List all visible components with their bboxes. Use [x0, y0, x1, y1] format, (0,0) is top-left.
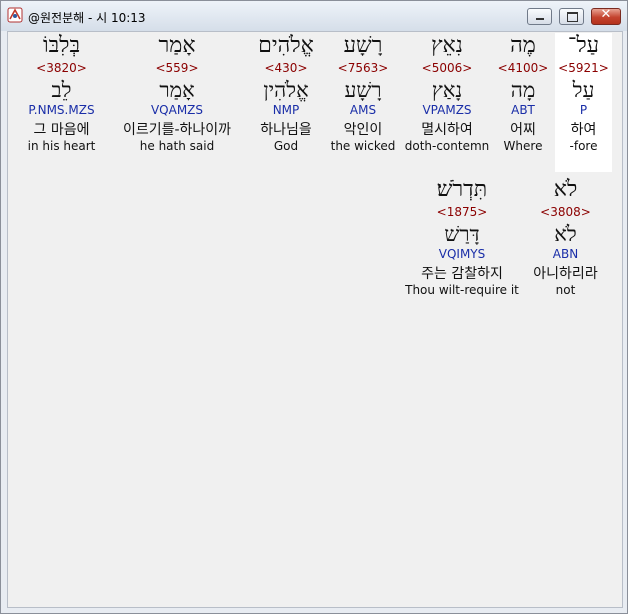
english-gloss: the wicked — [330, 139, 396, 153]
korean-gloss: 어찌 — [510, 122, 536, 138]
english-gloss: God — [273, 139, 299, 153]
hebrew-word: לֹא — [553, 177, 578, 202]
word-cell[interactable]: תִּדְרֹשׁ׃ <1875> דָּרַשׁ VQIMYS 주는 감찰하지… — [404, 177, 520, 297]
hebrew-word: תִּדְרֹשׁ׃ — [436, 177, 488, 202]
korean-gloss: 주는 감찰하지 — [421, 266, 503, 282]
maximize-button[interactable] — [559, 8, 584, 25]
strong-number[interactable]: <1875> — [404, 205, 520, 222]
english-gloss: -fore — [569, 139, 598, 153]
morphology-code: VQIMYS — [438, 247, 486, 261]
morphology-code: P — [579, 103, 588, 117]
root-word: עַל — [572, 78, 595, 102]
close-icon: ✕ — [600, 7, 612, 22]
hebrew-word: בְּלִבּוֹ — [42, 33, 81, 58]
hebrew-word: אָמַר — [158, 33, 196, 58]
minimize-button[interactable] — [527, 8, 552, 25]
korean-gloss: 악인이 — [343, 122, 383, 138]
hebrew-word: עַל־ — [567, 33, 600, 58]
app-logo-icon — [7, 7, 23, 23]
strong-number[interactable]: <4100> — [494, 61, 552, 78]
strong-number[interactable]: <3808> — [523, 205, 608, 222]
root-word: אֱלֹהִין — [263, 78, 309, 102]
word-cell[interactable]: מֶה <4100> מָה ABT 어찌 Where — [494, 33, 552, 153]
root-word: נָאַץ — [431, 78, 463, 102]
title-bar[interactable]: @원전분해 - 시 10:13 ✕ — [1, 1, 627, 31]
word-cell[interactable]: רָשָׁע <7563> רָשָׁע AMS 악인이 the wicked — [326, 33, 400, 153]
morphology-code: NMP — [272, 103, 300, 117]
strong-number[interactable]: <5921> — [555, 61, 612, 78]
root-word: דָּרַשׁ — [444, 222, 480, 246]
english-gloss: Thou wilt-require it — [405, 283, 519, 297]
english-gloss: Where — [503, 139, 543, 153]
hebrew-word: רָשָׁע — [343, 33, 383, 58]
korean-gloss: 이르기를-하나이까 — [122, 122, 232, 138]
word-cell[interactable]: אֱלֹהִים <430> אֱלֹהִין NMP 하나님을 God — [246, 33, 326, 153]
korean-gloss: 그 마음에 — [33, 122, 90, 138]
english-gloss: not — [555, 283, 576, 297]
korean-gloss: 아니하리라 — [533, 266, 598, 282]
word-cell[interactable]: בְּלִבּוֹ <3820> לֵב P.NMS.MZS 그 마음에 in … — [8, 33, 115, 153]
strong-number[interactable]: <3820> — [8, 61, 115, 78]
root-word: לֵב — [51, 78, 72, 102]
root-word: אָמַר — [159, 78, 195, 102]
strong-number[interactable]: <559> — [115, 61, 239, 78]
strong-number[interactable]: <5006> — [404, 61, 490, 78]
word-cell[interactable]: אָמַר <559> אָמַר VQAMZS 이르기를-하나이까 he ha… — [115, 33, 239, 153]
english-gloss: doth-contemn — [404, 139, 490, 153]
analysis-panel[interactable]: בְּלִבּוֹ <3820> לֵב P.NMS.MZS 그 마음에 in … — [7, 31, 623, 608]
morphology-code: P.NMS.MZS — [28, 103, 95, 117]
close-button[interactable]: ✕ — [591, 7, 621, 25]
korean-gloss: 하나님을 — [260, 122, 312, 138]
morphology-code: VPAMZS — [422, 103, 472, 117]
morphology-code: AMS — [349, 103, 377, 117]
word-cell-selected[interactable]: עַל־ <5921> עַל P 하여 -fore — [555, 33, 612, 172]
root-word: מָה — [510, 78, 536, 102]
word-cell[interactable]: נִאֵץ <5006> נָאַץ VPAMZS 멸시하여 doth-cont… — [404, 33, 490, 153]
root-word: לֹא — [554, 222, 577, 246]
hebrew-word: מֶה — [510, 33, 536, 58]
morphology-code: ABN — [552, 247, 579, 261]
strong-number[interactable]: <430> — [246, 61, 326, 78]
morphology-code: VQAMZS — [150, 103, 204, 117]
minimize-icon — [536, 18, 544, 20]
korean-gloss: 하여 — [570, 122, 597, 138]
maximize-icon — [567, 12, 578, 22]
window-title: @원전분해 - 시 10:13 — [28, 11, 146, 25]
english-gloss: he hath said — [139, 139, 215, 153]
root-word: רָשָׁע — [344, 78, 382, 102]
hebrew-word: נִאֵץ — [431, 33, 463, 58]
app-window: @원전분해 - 시 10:13 ✕ בְּלִבּוֹ <3820> לֵב P… — [0, 0, 628, 614]
morphology-code: ABT — [511, 103, 535, 117]
word-cell[interactable]: לֹא <3808> לֹא ABN 아니하리라 not — [523, 177, 608, 297]
english-gloss: in his heart — [27, 139, 96, 153]
korean-gloss: 멸시하여 — [421, 122, 473, 138]
hebrew-word: אֱלֹהִים — [258, 33, 314, 58]
strong-number[interactable]: <7563> — [326, 61, 400, 78]
